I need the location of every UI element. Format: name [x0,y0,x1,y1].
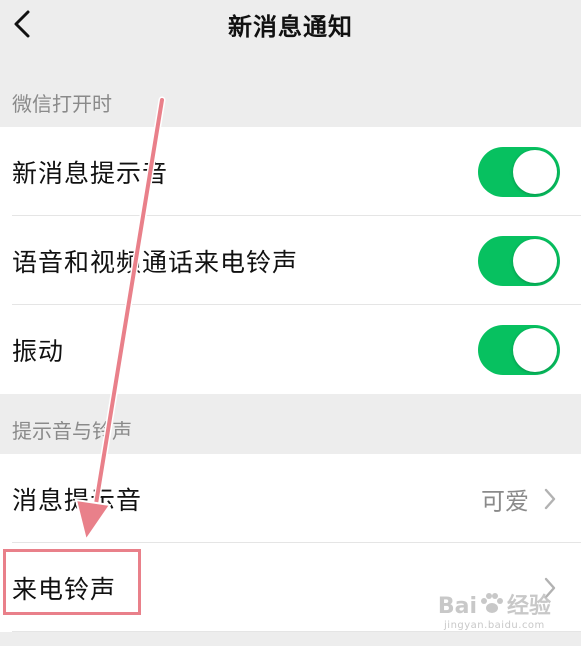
new-message-sound-toggle[interactable] [478,146,560,197]
chevron-right-icon [543,487,557,511]
row-vibrate[interactable]: 振动 [0,305,581,394]
section-header-wechat-open: 微信打开时 [0,67,581,127]
toggle-knob [513,327,557,372]
toggle-knob [513,149,557,194]
row-label: 语音和视频通话来电铃声 [12,247,299,277]
row-message-sound[interactable]: 消息提示音 可爱 [0,454,581,543]
page-title: 新消息通知 [228,13,353,41]
row-call-ringtone-toggle[interactable]: 语音和视频通话来电铃声 [0,216,581,305]
divider [12,631,581,632]
vibrate-toggle[interactable] [478,324,560,375]
call-ringtone-toggle[interactable] [478,235,560,286]
row-new-message-sound[interactable]: 新消息提示音 [0,127,581,216]
row-label: 振动 [12,336,65,366]
toggle-knob [513,238,557,283]
chevron-right-icon [543,576,557,600]
row-label: 消息提示音 [12,485,143,515]
row-label: 新消息提示音 [12,158,169,188]
section-header-sounds: 提示音与铃声 [0,394,581,454]
nav-bar: 新消息通知 [0,0,581,56]
row-label: 来电铃声 [12,574,117,604]
row-value: 可爱 [481,487,529,515]
row-call-ringtone[interactable]: 来电铃声 [0,543,581,632]
